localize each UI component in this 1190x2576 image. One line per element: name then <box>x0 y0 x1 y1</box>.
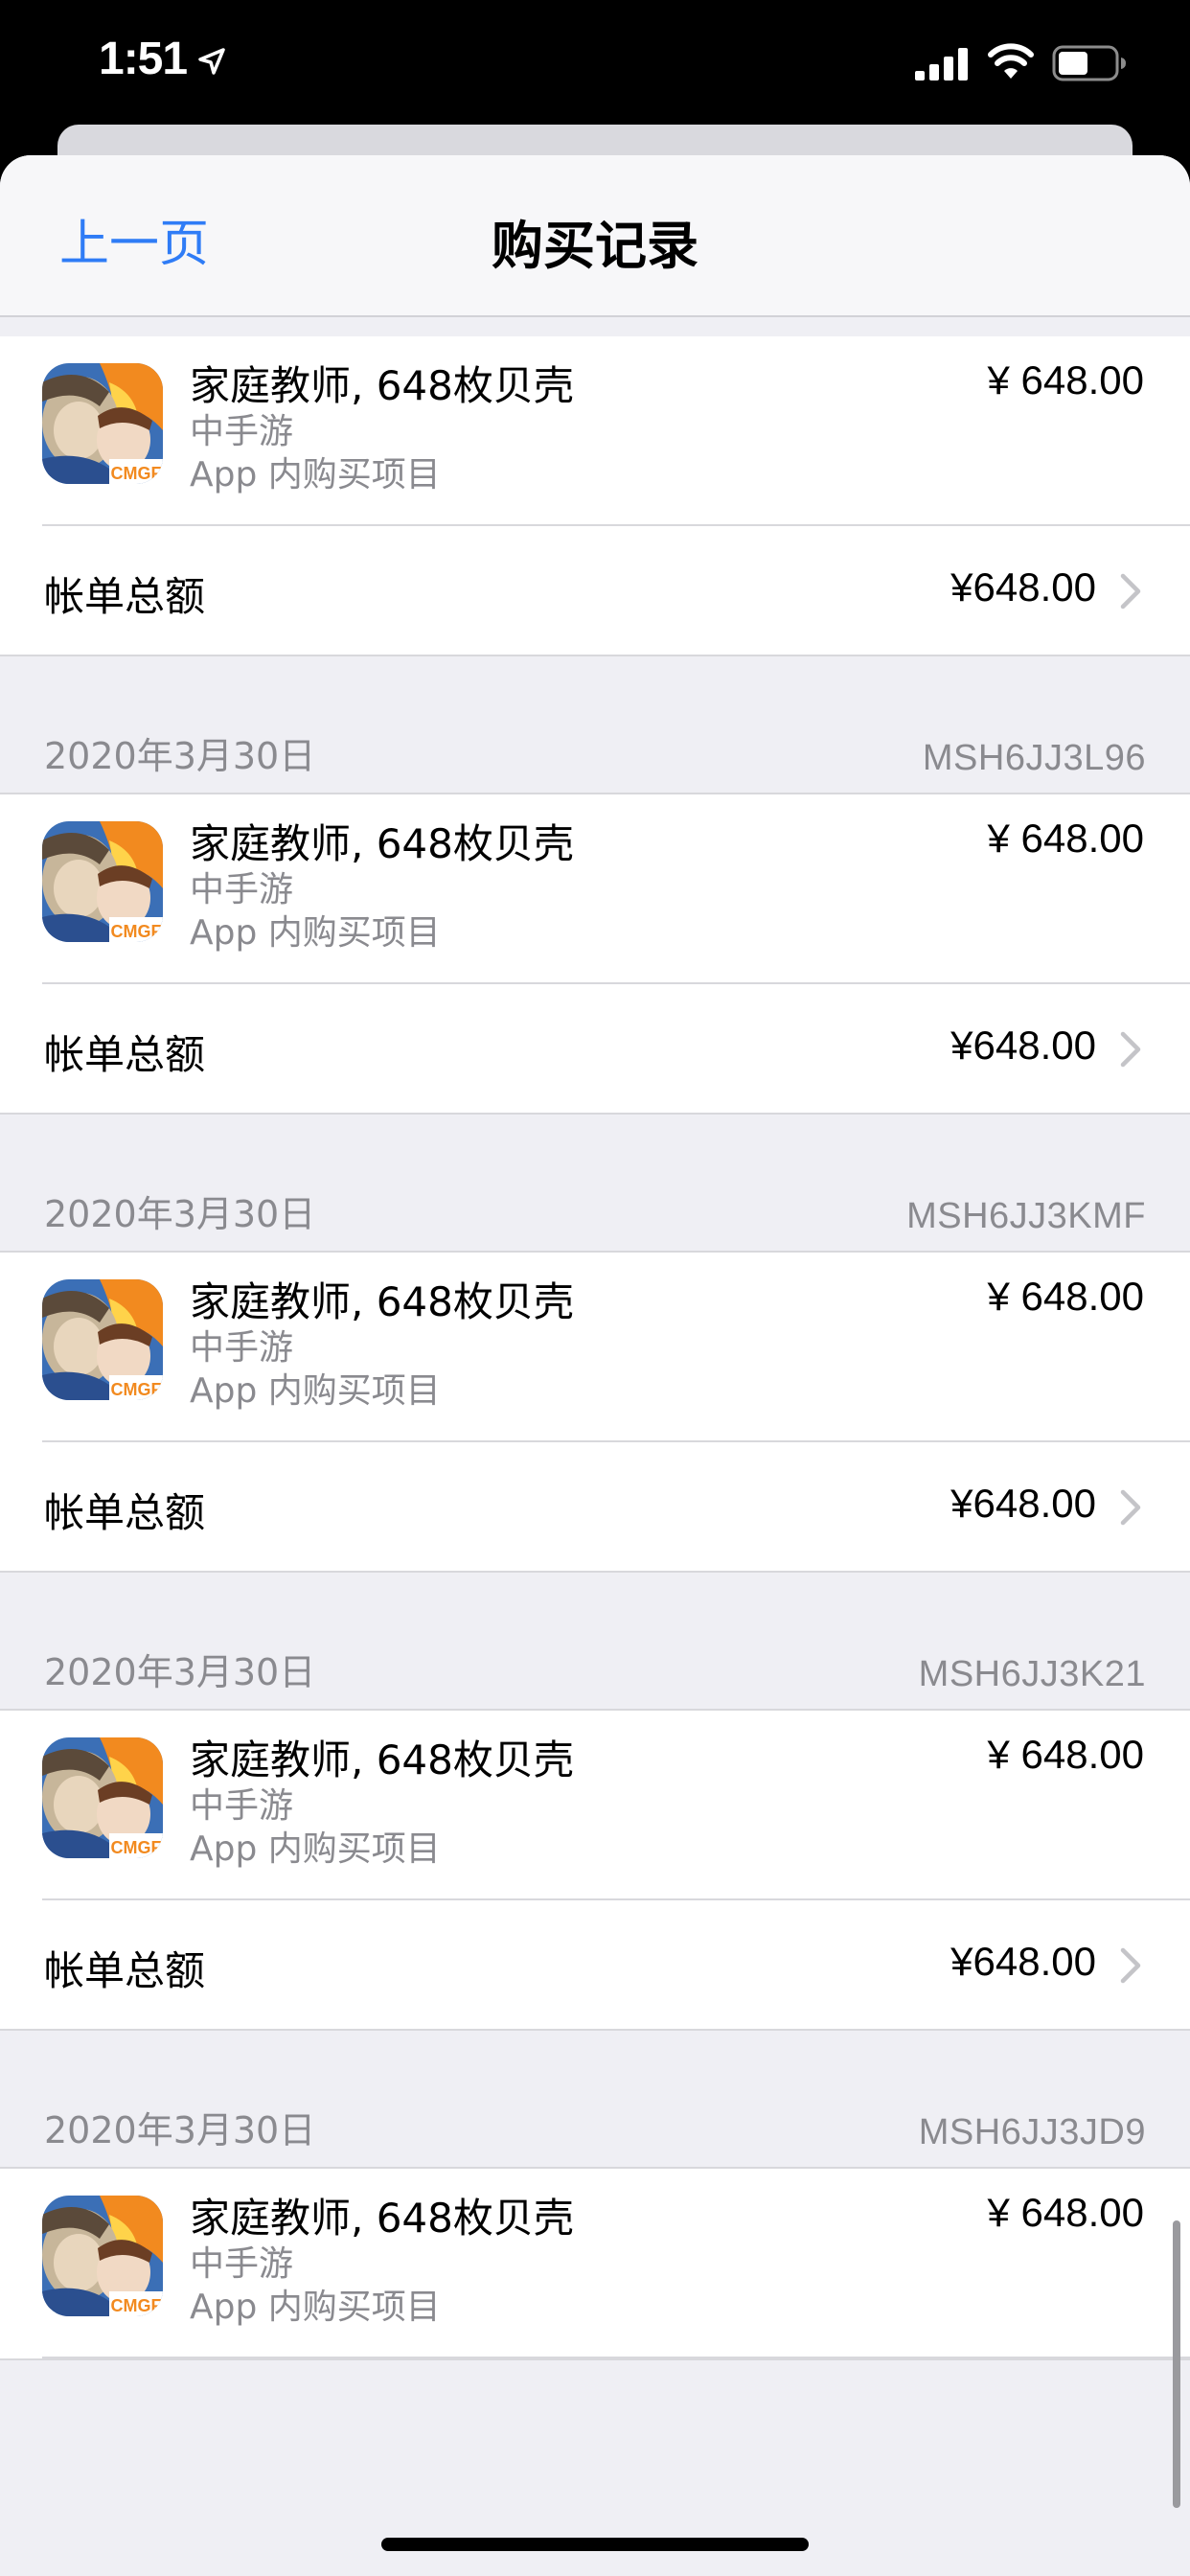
location-arrow-icon <box>198 48 225 75</box>
order-id: MSH6JJ3JD9 <box>918 2112 1146 2152</box>
purchase-card: CMGF 家庭教师, 648枚贝壳 中手游 App 内购买项目 ¥ 648.00… <box>0 336 1190 656</box>
purchase-group: 2020年3月30日 MSH6JJ3L96 CMGF 家庭教师, 648枚贝壳 … <box>0 656 1190 1115</box>
bill-total-value: ¥648.00 <box>950 1481 1096 1526</box>
bill-total-value: ¥648.00 <box>950 1939 1096 1984</box>
chevron-right-icon <box>1120 573 1141 610</box>
section-header: 2020年3月30日 MSH6JJ3K21 <box>0 1573 1190 1709</box>
scroll-indicator[interactable] <box>1173 2220 1180 2508</box>
bill-total-label: 帐单总额 <box>44 573 206 620</box>
bill-total-row[interactable]: 帐单总额 ¥648.00 <box>0 1900 1190 2029</box>
wifi-icon <box>988 43 1034 79</box>
bill-total-value: ¥648.00 <box>950 564 1096 610</box>
order-id: MSH6JJ3K21 <box>918 1654 1146 1694</box>
purchase-history-sheet: 上一页 购买记录 CMGF 家庭教师, 648枚贝壳 中手游 App 内购买项目… <box>0 155 1190 2576</box>
status-bar: 1:51 <box>0 0 1190 125</box>
item-type: App 内购买项目 <box>190 913 441 953</box>
purchase-list[interactable]: CMGF 家庭教师, 648枚贝壳 中手游 App 内购买项目 ¥ 648.00… <box>0 317 1190 2360</box>
bill-total-row[interactable]: 帐单总额 ¥648.00 <box>0 526 1190 655</box>
item-price: ¥ 648.00 <box>987 357 1145 402</box>
purchase-date: 2020年3月30日 <box>44 1193 316 1235</box>
purchase-card: CMGF 家庭教师, 648枚贝壳 中手游 App 内购买项目 ¥ 648.00… <box>0 1709 1190 2031</box>
bill-total-row[interactable]: 帐单总额 ¥648.00 <box>0 1442 1190 1571</box>
svg-text:CMGF: CMGF <box>111 1380 162 1399</box>
app-icon: CMGF <box>42 1737 163 1858</box>
purchase-group: CMGF 家庭教师, 648枚贝壳 中手游 App 内购买项目 ¥ 648.00… <box>0 336 1190 656</box>
battery-icon <box>1052 45 1126 81</box>
purchase-card: CMGF 家庭教师, 648枚贝壳 中手游 App 内购买项目 ¥ 648.00 <box>0 2167 1190 2360</box>
purchase-group: 2020年3月30日 MSH6JJ3K21 CMGF 家庭教师, 648枚贝壳 … <box>0 1573 1190 2031</box>
item-type: App 内购买项目 <box>190 1829 441 1869</box>
chevron-right-icon <box>1120 1489 1141 1526</box>
purchase-item-row[interactable]: CMGF 家庭教师, 648枚贝壳 中手游 App 内购买项目 ¥ 648.00 <box>0 1253 1190 1440</box>
svg-text:CMGF: CMGF <box>111 1838 162 1857</box>
item-type: App 内购买项目 <box>190 1371 441 1411</box>
status-time: 1:51 <box>99 34 188 84</box>
item-type: App 内购买项目 <box>190 455 441 494</box>
app-icon: CMGF <box>42 2196 163 2316</box>
chevron-right-icon <box>1120 1031 1141 1068</box>
cellular-signal-icon <box>915 48 968 80</box>
purchase-date: 2020年3月30日 <box>44 735 316 777</box>
order-id: MSH6JJ3KMF <box>906 1196 1146 1236</box>
order-id: MSH6JJ3L96 <box>922 738 1146 778</box>
row-divider <box>42 2357 1190 2358</box>
chevron-right-icon <box>1120 1947 1141 1984</box>
purchase-date: 2020年3月30日 <box>44 1651 316 1693</box>
bill-total-label: 帐单总额 <box>44 1489 206 1536</box>
purchase-group: 2020年3月30日 MSH6JJ3JD9 CMGF 家庭教师, 648枚贝壳 … <box>0 2031 1190 2360</box>
navigation-bar: 上一页 购买记录 <box>0 155 1190 317</box>
purchase-item-row[interactable]: CMGF 家庭教师, 648枚贝壳 中手游 App 内购买项目 ¥ 648.00 <box>0 2169 1190 2357</box>
item-price: ¥ 648.00 <box>987 816 1145 861</box>
app-icon: CMGF <box>42 363 163 484</box>
purchase-card: CMGF 家庭教师, 648枚贝壳 中手游 App 内购买项目 ¥ 648.00… <box>0 793 1190 1115</box>
item-type: App 内购买项目 <box>190 2288 441 2327</box>
svg-text:CMGF: CMGF <box>111 2296 162 2315</box>
purchase-item-row[interactable]: CMGF 家庭教师, 648枚贝壳 中手游 App 内购买项目 ¥ 648.00 <box>0 1711 1190 1898</box>
purchase-item-row[interactable]: CMGF 家庭教师, 648枚贝壳 中手游 App 内购买项目 ¥ 648.00 <box>0 336 1190 524</box>
app-icon: CMGF <box>42 1279 163 1400</box>
app-icon: CMGF <box>42 821 163 942</box>
section-header: 2020年3月30日 MSH6JJ3JD9 <box>0 2031 1190 2167</box>
bill-total-row[interactable]: 帐单总额 ¥648.00 <box>0 984 1190 1113</box>
item-price: ¥ 648.00 <box>987 2190 1145 2235</box>
purchase-date: 2020年3月30日 <box>44 2109 316 2151</box>
purchase-item-row[interactable]: CMGF 家庭教师, 648枚贝壳 中手游 App 内购买项目 ¥ 648.00 <box>0 794 1190 982</box>
back-button[interactable]: 上一页 <box>59 203 209 275</box>
purchase-group: 2020年3月30日 MSH6JJ3KMF CMGF 家庭教师, 648枚贝壳 … <box>0 1115 1190 1573</box>
item-price: ¥ 648.00 <box>987 1732 1145 1777</box>
svg-text:CMGF: CMGF <box>111 922 162 941</box>
bill-total-value: ¥648.00 <box>950 1023 1096 1068</box>
section-header: 2020年3月30日 MSH6JJ3KMF <box>0 1115 1190 1251</box>
home-indicator[interactable] <box>381 2538 809 2551</box>
bill-total-label: 帐单总额 <box>44 1947 206 1994</box>
bill-total-label: 帐单总额 <box>44 1031 206 1078</box>
item-price: ¥ 648.00 <box>987 1274 1145 1319</box>
svg-text:CMGF: CMGF <box>111 464 162 483</box>
section-header: 2020年3月30日 MSH6JJ3L96 <box>0 656 1190 793</box>
purchase-card: CMGF 家庭教师, 648枚贝壳 中手游 App 内购买项目 ¥ 648.00… <box>0 1251 1190 1573</box>
